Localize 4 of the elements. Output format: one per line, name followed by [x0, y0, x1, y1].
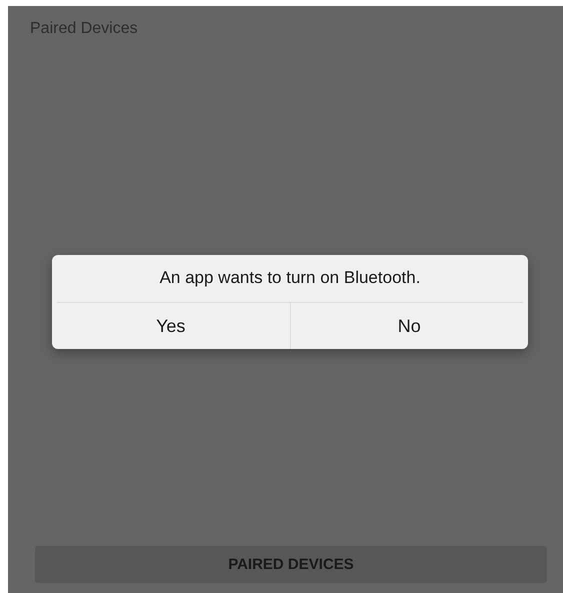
- dialog-button[interactable]: No: [290, 303, 528, 349]
- dialog-message: An app wants to turn on Bluetooth.: [57, 255, 523, 303]
- screen-title: Paired Devices: [30, 20, 138, 38]
- dialog-button[interactable]: Yes: [52, 303, 290, 349]
